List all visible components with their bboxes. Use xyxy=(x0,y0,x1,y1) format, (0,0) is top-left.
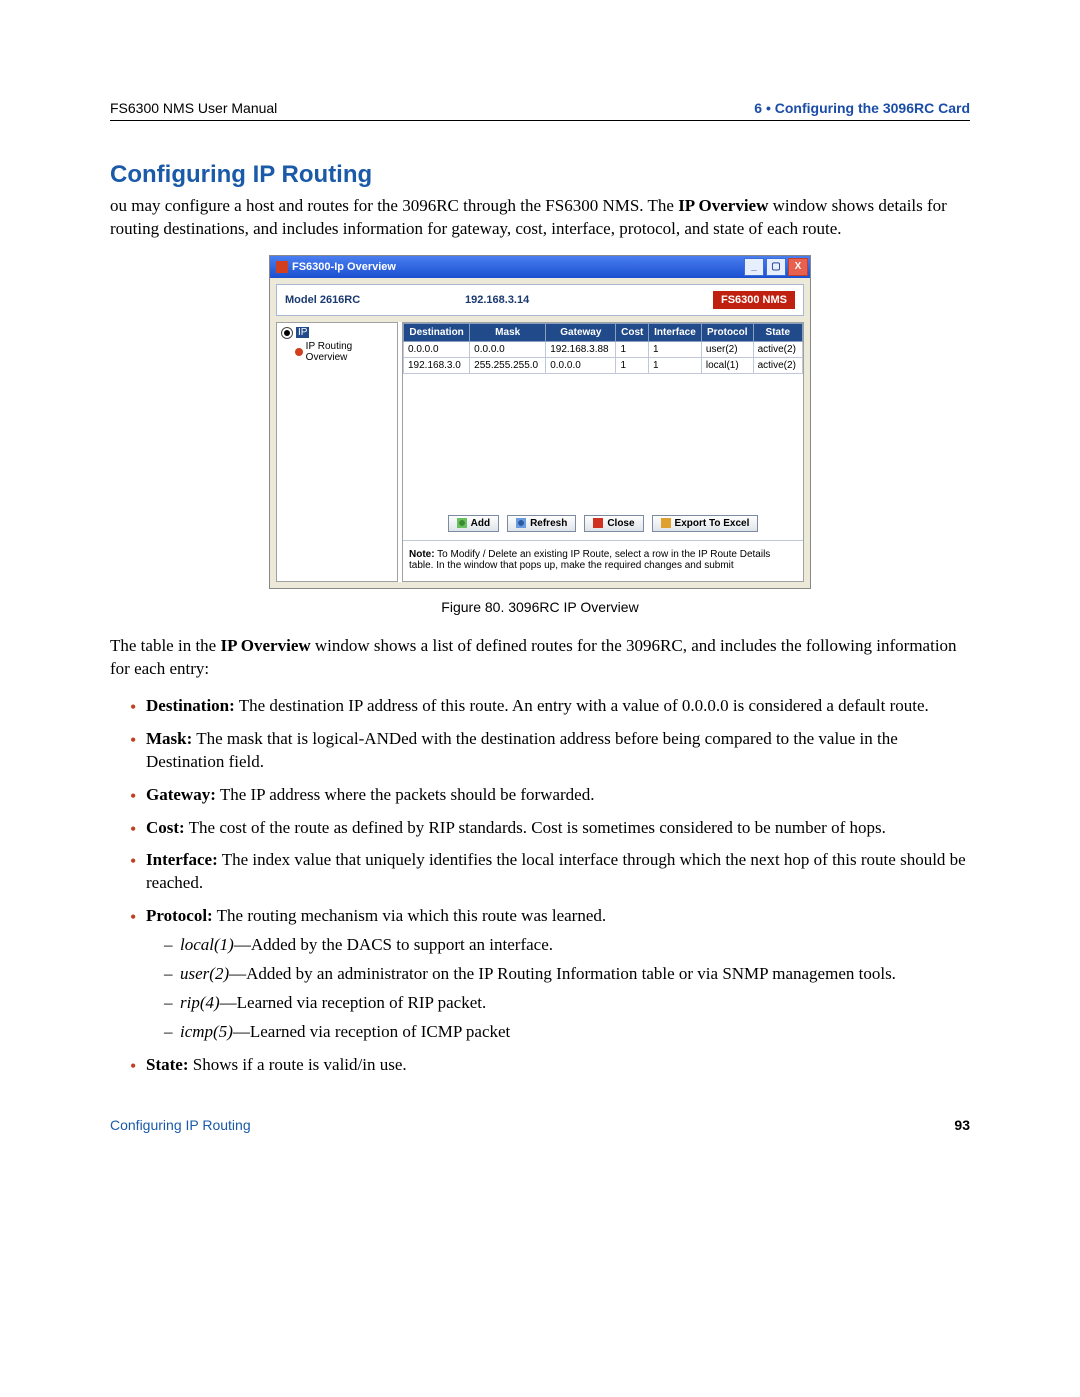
routes-tbody: 0.0.0.00.0.0.0192.168.3.8811user(2)activ… xyxy=(404,341,803,373)
table-row[interactable]: 192.168.3.0255.255.255.00.0.0.011local(1… xyxy=(404,357,803,373)
col-cost: Cost xyxy=(616,323,649,341)
figure-container: FS6300-Ip Overview _ ▢ X Model 2616RC 19… xyxy=(110,255,970,615)
sub-list: local(1)—Added by the DACS to support an… xyxy=(146,928,970,1044)
model-label: Model 2616RC xyxy=(285,294,465,306)
close-window-button[interactable]: X xyxy=(788,258,808,276)
table-header-row: Destination Mask Gateway Cost Interface … xyxy=(404,323,803,341)
details-pane: Destination Mask Gateway Cost Interface … xyxy=(402,322,804,582)
window-title: FS6300-Ip Overview xyxy=(292,261,396,273)
export-icon xyxy=(661,518,671,528)
tree-root-label: IP xyxy=(296,327,309,338)
app-window: FS6300-Ip Overview _ ▢ X Model 2616RC 19… xyxy=(269,255,811,589)
list-item: Destination: The destination IP address … xyxy=(130,695,970,718)
after-figure-paragraph: The table in the IP Overview window show… xyxy=(110,635,970,681)
add-button[interactable]: Add xyxy=(448,515,499,532)
col-protocol: Protocol xyxy=(701,323,753,341)
page-footer: Configuring IP Routing 93 xyxy=(110,1117,970,1133)
close-icon xyxy=(593,518,603,528)
list-item: Interface: The index value that uniquely… xyxy=(130,849,970,895)
list-item: Gateway: The IP address where the packet… xyxy=(130,784,970,807)
section-heading: Configuring IP Routing xyxy=(110,161,970,189)
cell-gateway: 0.0.0.0 xyxy=(546,357,616,373)
sub-list-item: local(1)—Added by the DACS to support an… xyxy=(164,934,970,957)
refresh-button[interactable]: Refresh xyxy=(507,515,576,532)
cell-gateway: 192.168.3.88 xyxy=(546,341,616,357)
radio-icon xyxy=(281,327,293,339)
info-strip: Model 2616RC 192.168.3.14 FS6300 NMS xyxy=(276,284,804,316)
close-button[interactable]: Close xyxy=(584,515,643,532)
col-destination: Destination xyxy=(404,323,470,341)
cell-protocol: local(1) xyxy=(701,357,753,373)
cell-mask: 255.255.255.0 xyxy=(470,357,546,373)
minimize-button[interactable]: _ xyxy=(744,258,764,276)
cell-interface: 1 xyxy=(649,357,702,373)
col-gateway: Gateway xyxy=(546,323,616,341)
footer-page-number: 93 xyxy=(954,1117,970,1133)
tree-child-routing[interactable]: IP Routing Overview xyxy=(295,341,393,363)
routes-table: Destination Mask Gateway Cost Interface … xyxy=(403,323,803,374)
app-icon xyxy=(276,261,288,273)
definitions-list: Destination: The destination IP address … xyxy=(110,695,970,1077)
footer-section: Configuring IP Routing xyxy=(110,1117,251,1133)
tree-child-label: IP Routing Overview xyxy=(306,341,393,363)
intro-paragraph: ou may configure a host and routes for t… xyxy=(110,195,970,241)
cell-cost: 1 xyxy=(616,357,649,373)
nav-tree: IP IP Routing Overview xyxy=(276,322,398,582)
cell-state: active(2) xyxy=(753,357,802,373)
refresh-icon xyxy=(516,518,526,528)
brand-badge: FS6300 NMS xyxy=(713,291,795,309)
toolbar: Add Refresh Close Export To Excel xyxy=(403,506,803,540)
tree-root-ip[interactable]: IP xyxy=(281,327,393,339)
cell-destination: 0.0.0.0 xyxy=(404,341,470,357)
cell-state: active(2) xyxy=(753,341,802,357)
plus-icon xyxy=(457,518,467,528)
sub-list-item: rip(4)—Learned via reception of RIP pack… xyxy=(164,992,970,1015)
cell-interface: 1 xyxy=(649,341,702,357)
ip-address-label: 192.168.3.14 xyxy=(465,294,713,306)
sub-list-item: user(2)—Added by an administrator on the… xyxy=(164,963,970,986)
bullet-icon xyxy=(295,348,303,356)
header-manual-title: FS6300 NMS User Manual xyxy=(110,100,277,116)
note-text: Note: To Modify / Delete an existing IP … xyxy=(403,540,803,581)
col-mask: Mask xyxy=(470,323,546,341)
export-button[interactable]: Export To Excel xyxy=(652,515,759,532)
list-item: Cost: The cost of the route as defined b… xyxy=(130,817,970,840)
cell-protocol: user(2) xyxy=(701,341,753,357)
header-chapter: 6 • Configuring the 3096RC Card xyxy=(754,100,970,116)
cell-cost: 1 xyxy=(616,341,649,357)
cell-mask: 0.0.0.0 xyxy=(470,341,546,357)
sub-list-item: icmp(5)—Learned via reception of ICMP pa… xyxy=(164,1021,970,1044)
cell-destination: 192.168.3.0 xyxy=(404,357,470,373)
page-header: FS6300 NMS User Manual 6 • Configuring t… xyxy=(110,100,970,121)
table-row[interactable]: 0.0.0.00.0.0.0192.168.3.8811user(2)activ… xyxy=(404,341,803,357)
col-interface: Interface xyxy=(649,323,702,341)
maximize-button[interactable]: ▢ xyxy=(766,258,786,276)
list-item: Mask: The mask that is logical-ANDed wit… xyxy=(130,728,970,774)
figure-caption: Figure 80. 3096RC IP Overview xyxy=(110,599,970,615)
list-item: State: Shows if a route is valid/in use. xyxy=(130,1054,970,1077)
list-item: Protocol: The routing mechanism via whic… xyxy=(130,905,970,1044)
window-titlebar: FS6300-Ip Overview _ ▢ X xyxy=(270,256,810,278)
col-state: State xyxy=(753,323,802,341)
